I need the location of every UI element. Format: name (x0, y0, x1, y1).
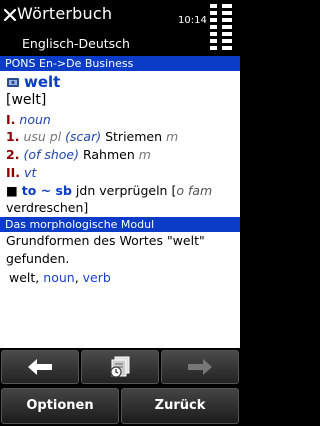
sense-1: I. noun (6, 112, 51, 127)
sense-1b: 2. (of shoe) Rahmen m (6, 147, 151, 162)
history-icon (110, 356, 130, 378)
form-link[interactable]: noun (43, 270, 74, 285)
app-title: Wörterbuch (17, 4, 113, 23)
form-link[interactable]: verb (83, 270, 111, 285)
content-area[interactable]: PONS En->De Business welt [welt] I. noun… (0, 56, 240, 348)
close-icon[interactable] (3, 8, 17, 22)
back-button[interactable] (1, 350, 79, 384)
battery-icon (222, 2, 232, 54)
clock: 10:14 (178, 15, 207, 26)
options-softkey[interactable]: Optionen (1, 388, 119, 424)
arrow-left-icon (28, 359, 52, 375)
forward-button[interactable] (161, 350, 239, 384)
morph-forms: welt, noun, verb (9, 270, 111, 285)
headword: welt (24, 73, 61, 91)
sense-2: II. vt (6, 165, 37, 180)
arrow-right-icon (188, 359, 212, 375)
back-softkey[interactable]: Zurück (121, 388, 239, 424)
phrase-continued: verdreschen] (6, 200, 89, 215)
form-link[interactable]: welt (9, 270, 35, 285)
morph-section-header: Das morphologische Modul (0, 217, 240, 232)
dictionary-section-header: PONS En->De Business (0, 56, 240, 71)
dictionary-icon (7, 78, 19, 87)
sense-1a: 1. usu pl (scar) Striemen m (6, 129, 179, 144)
phrase: ■ to ~ sb jdn verprügeln [o fam (6, 183, 213, 198)
softkey-bar: Optionen Zurück (0, 386, 240, 426)
morph-text-1: Grundformen des Wortes "welt" (6, 233, 205, 248)
signal-strength-icon (210, 2, 217, 54)
title-bar: Wörterbuch 10:14 Englisch-Deutsch (0, 0, 240, 56)
headword-line[interactable]: welt (6, 73, 60, 91)
toolbar (0, 348, 240, 386)
phonetic: [welt] (6, 92, 47, 108)
language-pair: Englisch-Deutsch (22, 36, 130, 51)
history-button[interactable] (81, 350, 159, 384)
morph-text-2: gefunden. (6, 251, 70, 266)
